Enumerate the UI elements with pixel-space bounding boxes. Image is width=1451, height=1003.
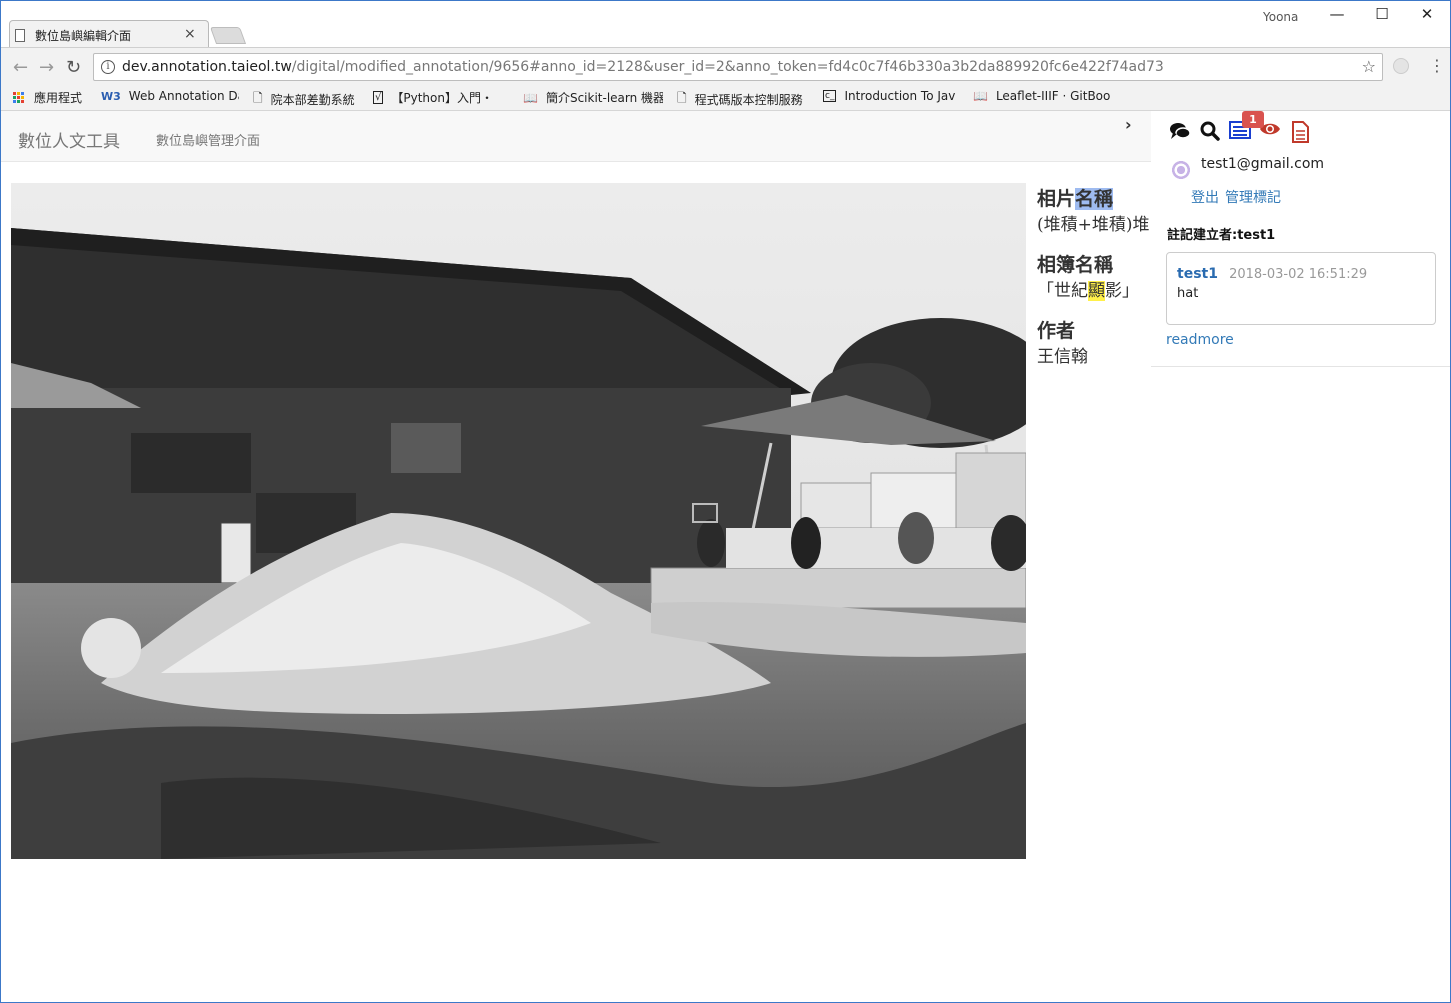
maximize-button[interactable]: ☐ (1359, 5, 1405, 23)
bookmark-web-annotation[interactable]: W3 Web Annotation Da (101, 89, 239, 103)
apps-icon (13, 92, 24, 103)
notification-badge: 1 (1242, 111, 1264, 128)
annotation-marker[interactable] (692, 503, 718, 523)
photo-metadata: 相片名稱 (堆積+堆積)堆 相簿名稱 「世紀顯影」 作者 王信翰 (1037, 186, 1151, 384)
sidebar-toggle-chevron-icon[interactable]: › (1125, 115, 1132, 134)
author-label: 作者 (1037, 320, 1076, 342)
page-icon: 🗋 (677, 91, 687, 105)
bookmark-apps[interactable]: 應用程式 (13, 89, 82, 106)
bookmark-label: 簡介Scikit-learn 機器 (545, 91, 663, 105)
readmore-link[interactable]: readmore (1166, 332, 1234, 348)
tab-label-group: 數位島嶼編輯介面 (15, 26, 131, 44)
bookmark-intro-java[interactable]: c_ Introduction To Jav (823, 89, 961, 103)
tab-title: 數位島嶼編輯介面 (35, 28, 132, 43)
new-tab-button[interactable] (209, 27, 247, 44)
bookmarks-bar: 應用程式 W3 Web Annotation Da 🗋 院本部差勤系統 √ 【P… (1, 85, 1450, 111)
browser-window: 數位島嶼編輯介面 × Yoona — ☐ ✕ ← → ↻ i dev.annot… (0, 0, 1451, 1003)
user-row: test1@gmail.com (1167, 156, 1324, 184)
browser-toolbar: ← → ↻ i dev.annotation.taieol.tw/digital… (1, 47, 1450, 85)
address-bar[interactable]: i dev.annotation.taieol.tw/digital/modif… (93, 53, 1383, 81)
site-brand[interactable]: 數位人文工具 (18, 127, 120, 152)
url-host: dev.annotation.taieol.tw (122, 59, 292, 75)
album-label: 相簿名稱 (1037, 254, 1114, 276)
photo-image (11, 183, 1026, 859)
bookmark-python[interactable]: √ 【Python】入門・ (373, 89, 511, 106)
annotation-sidebar: 1 test1@gmail.com 登出 管理標記 註記建立者:test1 tes… (1151, 111, 1450, 367)
document-icon (15, 28, 25, 42)
author-value: 王信翰 (1037, 347, 1088, 367)
avatar (1167, 156, 1195, 184)
photo-viewer[interactable] (11, 183, 1026, 859)
nav-link-admin[interactable]: 數位島嶼管理介面 (156, 130, 260, 149)
bookmark-version-control[interactable]: 🗋 程式碼版本控制服務 (677, 89, 809, 110)
bookmark-label: 院本部差勤系統 (270, 93, 355, 107)
manage-annotations-link[interactable]: 管理標記 (1225, 190, 1281, 206)
reload-icon[interactable]: ↻ (66, 57, 81, 78)
browser-menu-icon[interactable]: ⋮ (1429, 56, 1445, 75)
document-icon[interactable] (1289, 121, 1311, 143)
bookmark-star-icon[interactable]: ☆ (1362, 54, 1376, 80)
photo-name-label: 相片名稱 (1037, 186, 1151, 212)
extension-icon[interactable] (1393, 58, 1409, 74)
minimize-button[interactable]: — (1314, 5, 1360, 23)
sidebar-toolbar (1169, 121, 1311, 143)
back-arrow-icon[interactable]: ← (13, 57, 28, 78)
codepen-icon: c_ (823, 90, 837, 102)
bookmark-label: 【Python】入門・ (391, 91, 493, 105)
annotation-body: hat (1177, 286, 1199, 301)
book-icon: 📖 (973, 89, 988, 103)
site-navbar: 數位人文工具 數位島嶼管理介面 › (1, 111, 1151, 162)
mathtype-icon: √ (373, 91, 384, 104)
value-part: 影」 (1105, 281, 1139, 301)
user-email: test1@gmail.com (1201, 156, 1325, 172)
label-highlight: 名稱 (1075, 188, 1114, 210)
forward-arrow-icon[interactable]: → (39, 57, 54, 78)
info-icon[interactable]: i (101, 60, 115, 74)
photo-name-value: (堆積+堆積)堆 (1037, 215, 1150, 235)
w3-icon: W3 (101, 89, 121, 103)
annotation-card[interactable]: test1 2018-03-02 16:51:29 hat (1166, 252, 1436, 325)
value-part: 「世紀 (1037, 281, 1088, 301)
profile-name[interactable]: Yoona (1263, 10, 1298, 24)
annotation-creator-label: 註記建立者:test1 (1167, 228, 1276, 243)
bookmark-label: Introduction To Jav (844, 89, 956, 103)
album-value: 「世紀顯影」 (1037, 278, 1151, 304)
bookmark-attendance[interactable]: 🗋 院本部差勤系統 (253, 89, 355, 110)
close-window-button[interactable]: ✕ (1404, 5, 1450, 23)
search-icon[interactable] (1199, 121, 1221, 143)
page-content: 數位人文工具 數位島嶼管理介面 › 相片名稱 (堆積+堆積)堆 相簿名稱 「世紀… (1, 111, 1450, 1002)
page-icon: 🗋 (253, 91, 263, 105)
bookmark-label: Leaflet-IIIF · GitBoo (995, 89, 1111, 103)
value-highlight: 顯 (1088, 281, 1105, 301)
tab-strip: 數位島嶼編輯介面 × Yoona — ☐ ✕ (1, 1, 1450, 48)
tab-close-icon[interactable]: × (184, 26, 196, 42)
annotation-timestamp: 2018-03-02 16:51:29 (1229, 267, 1368, 282)
bookmark-label: 程式碼版本控制服務 (694, 93, 803, 107)
bookmark-leaflet[interactable]: 📖 Leaflet-IIIF · GitBoo (973, 89, 1111, 103)
bookmark-scikit[interactable]: 📖 簡介Scikit-learn 機器 (523, 89, 663, 106)
book-icon: 📖 (523, 90, 538, 105)
logout-link[interactable]: 登出 (1191, 190, 1219, 206)
bookmark-label: 應用程式 (34, 91, 83, 105)
comments-icon[interactable] (1169, 121, 1191, 143)
annotation-user[interactable]: test1 (1177, 266, 1218, 282)
bookmark-label: Web Annotation Da (128, 89, 239, 103)
url-path: /digital/modified_annotation/9656#anno_i… (291, 59, 1164, 75)
user-links: 登出 管理標記 (1191, 187, 1287, 207)
annotation-header: test1 2018-03-02 16:51:29 (1177, 263, 1425, 282)
label-part: 相片 (1037, 188, 1076, 210)
